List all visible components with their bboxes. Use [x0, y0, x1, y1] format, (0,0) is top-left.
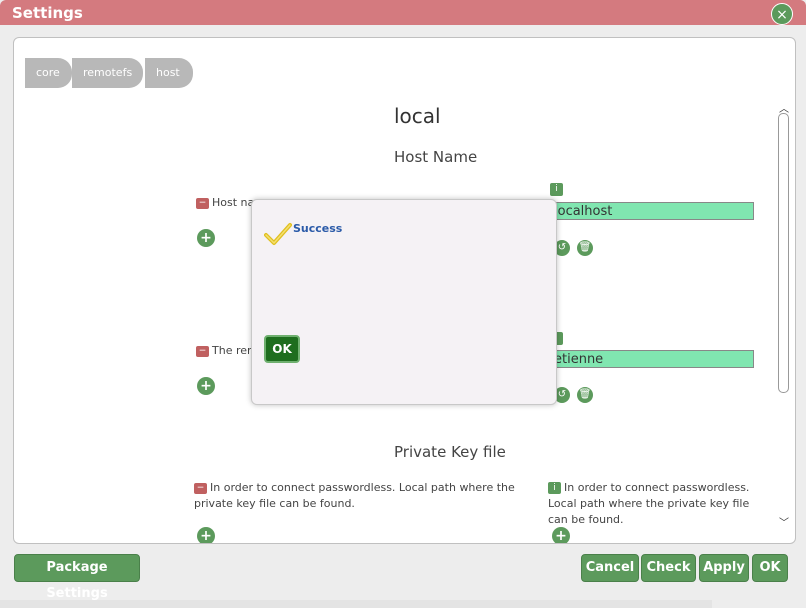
host-name-desc: − Host na [196, 195, 254, 211]
private-key-desc-right-text: In order to connect passwordless. Local … [548, 481, 750, 526]
host-name-desc-text: Host na [212, 196, 255, 209]
scrollbar-thumb[interactable] [778, 113, 789, 393]
private-key-title: Private Key file [394, 443, 506, 461]
info-icon: i [548, 482, 561, 494]
breadcrumb-remotefs[interactable]: remotefs [72, 58, 143, 88]
section-heading: local [394, 104, 441, 128]
success-message: Success [293, 222, 343, 235]
user-desc: − The rem [196, 343, 258, 359]
add-user-plus-icon[interactable]: + [197, 377, 215, 395]
private-key-desc: − In order to connect passwordless. Local… [194, 480, 544, 512]
window-title: Settings [12, 4, 83, 22]
breadcrumb-core[interactable]: core [25, 58, 72, 88]
minus-icon[interactable]: − [196, 197, 209, 209]
status-strip [0, 600, 712, 608]
minus-icon[interactable]: − [194, 482, 207, 494]
host-name-title: Host Name [394, 148, 478, 166]
add-host-plus-icon[interactable]: + [197, 229, 215, 247]
ok-button[interactable]: OK [752, 554, 788, 582]
apply-button[interactable]: Apply [699, 554, 749, 582]
private-key-desc-text: In order to connect passwordless. Local … [194, 481, 515, 510]
package-settings-button[interactable]: Package Settings [14, 554, 140, 601]
trash-icon[interactable]: 🗑 [577, 387, 593, 403]
breadcrumb-host[interactable]: host [145, 58, 193, 88]
minus-icon[interactable]: − [196, 345, 209, 357]
check-button[interactable]: Check [641, 554, 696, 582]
private-key-desc-right: i In order to connect passwordless. Local… [548, 480, 768, 528]
dialog-ok-button[interactable]: OK [264, 335, 300, 363]
add-key-plus-icon[interactable]: + [197, 527, 215, 543]
host-info-icon: i [550, 183, 563, 196]
trash-icon[interactable]: 🗑 [577, 240, 593, 256]
close-button[interactable]: × [771, 3, 793, 25]
add-key-right-plus-icon[interactable]: + [552, 527, 570, 543]
titlebar: Settings × [0, 0, 806, 25]
host-name-input[interactable]: localhost [550, 202, 754, 220]
cancel-button[interactable]: Cancel [581, 554, 639, 582]
success-dialog: Success OK [251, 199, 557, 405]
checkmark-icon [264, 223, 292, 245]
user-input[interactable]: etienne [550, 350, 754, 368]
scroll-down-arrow[interactable]: ﹀ [779, 514, 789, 529]
